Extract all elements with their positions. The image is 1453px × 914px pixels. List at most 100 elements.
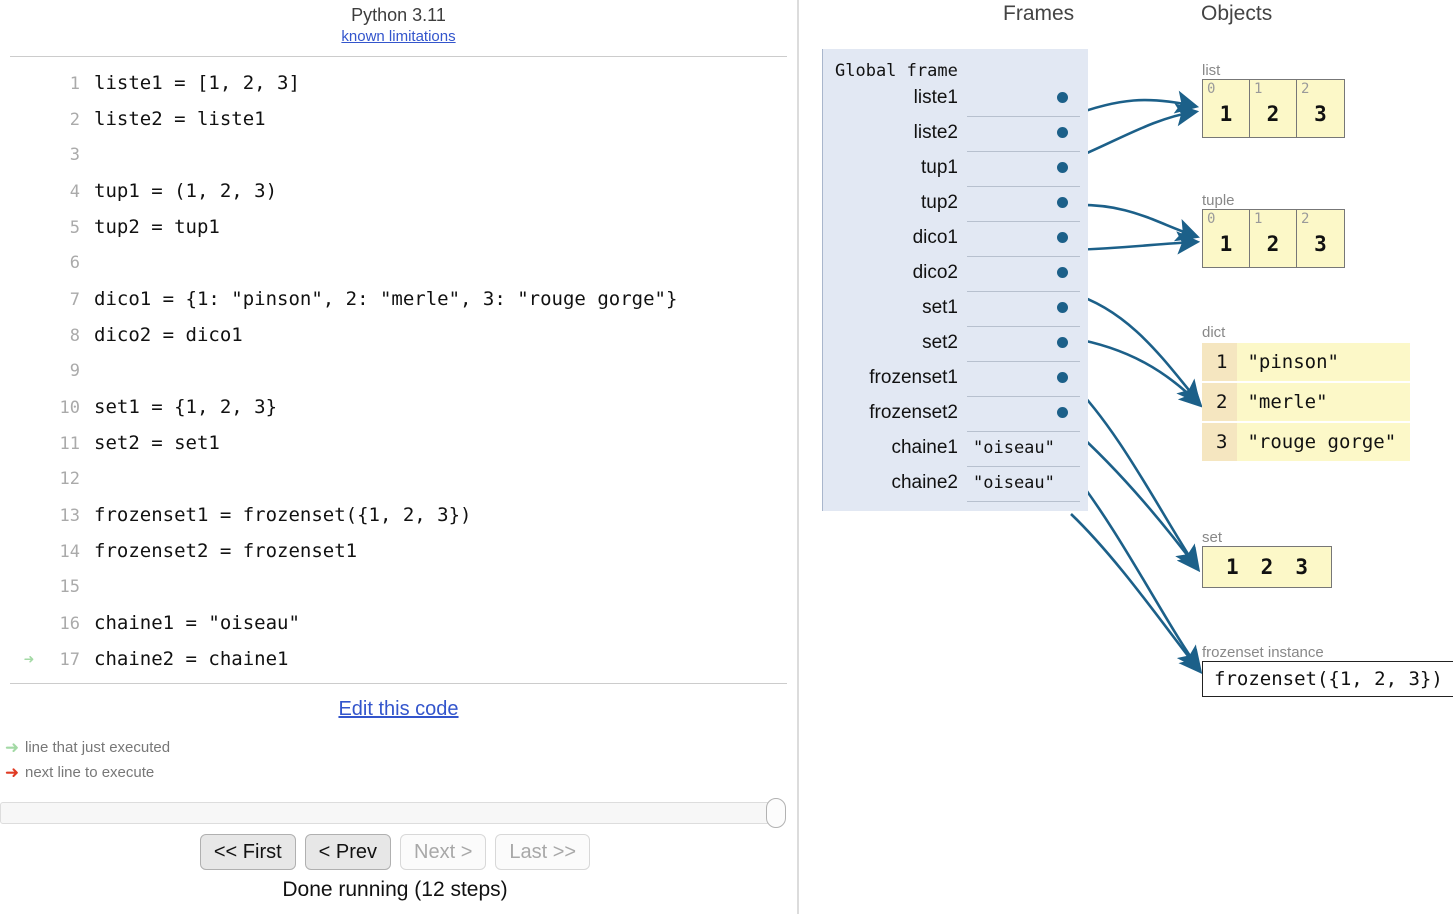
set-item: 3 (1295, 555, 1308, 579)
execution-legend: ➜ line that just executed ➜ next line to… (0, 735, 797, 785)
sequence-value: 1 (1219, 102, 1233, 126)
code-text: tup1 = (1, 2, 3) (94, 180, 278, 202)
sequence-cell: 23 (1297, 210, 1344, 267)
code-text: tup2 = tup1 (94, 216, 220, 238)
set-item: 1 (1226, 555, 1239, 579)
frame-variable-row: liste1 (823, 83, 1088, 118)
frame-variable-row: frozenset2 (823, 398, 1088, 433)
code-line: 9 (0, 353, 797, 389)
line-number: 5 (69, 218, 80, 238)
variable-value: "oiseau" (967, 433, 1080, 467)
line-number: 9 (69, 361, 80, 381)
code-line: 4 tup1 = (1, 2, 3) (0, 173, 797, 209)
set-item: 2 (1260, 555, 1274, 579)
variable-value (967, 328, 1080, 362)
slider-handle[interactable] (766, 798, 786, 828)
tuple-cells: 011223 (1202, 209, 1345, 268)
code-text: chaine2 = chaine1 (94, 648, 289, 670)
code-text: frozenset2 = frozenset1 (94, 540, 358, 562)
edit-this-code-link[interactable]: Edit this code (338, 698, 458, 720)
step-slider[interactable] (0, 798, 790, 828)
object-tuple: tuple 011223 (1202, 192, 1345, 268)
pointer-dot-icon (1057, 337, 1068, 348)
code-line: 2 liste2 = liste1 (0, 101, 797, 137)
code-line: 5 tup2 = tup1 (0, 209, 797, 245)
variable-name: tup2 (921, 192, 958, 213)
code-text: chaine1 = "oiseau" (94, 612, 300, 634)
legend-label-next-line: next line to execute (25, 764, 155, 781)
code-line: 16 chaine1 = "oiseau" (0, 605, 797, 641)
dict-value: "pinson" (1237, 343, 1411, 381)
code-line: 6 (0, 245, 797, 281)
variable-name: dico2 (912, 262, 958, 283)
pointer-dot-icon (1057, 197, 1068, 208)
sequence-value: 3 (1314, 102, 1327, 126)
known-limitations-link[interactable]: known limitations (341, 26, 455, 48)
list-cells: 011223 (1202, 79, 1345, 138)
dict-key: 1 (1202, 343, 1238, 381)
variable-name: liste1 (913, 87, 958, 108)
first-button[interactable]: << First (199, 834, 296, 870)
frame-variable-row: set2 (823, 328, 1088, 363)
line-number: 4 (69, 182, 80, 202)
legend-row-next-line: ➜ next line to execute (4, 760, 797, 785)
variable-name: set1 (922, 297, 958, 318)
variable-name: chaine1 (891, 437, 958, 458)
frame-variable-row: set1 (823, 293, 1088, 328)
variable-value (967, 258, 1080, 292)
sequence-index: 2 (1301, 81, 1310, 97)
frame-variable-row: chaine2 "oiseau" (823, 468, 1088, 503)
navigation-buttons: << First < Prev Next > Last >> (0, 834, 790, 870)
line-number: 12 (59, 469, 80, 489)
code-bottom-divider (10, 683, 787, 684)
line-number: 10 (59, 398, 80, 418)
dict-row: 2 "merle" (1202, 383, 1411, 421)
code-line: 3 (0, 137, 797, 173)
frame-variable-row: tup1 (823, 153, 1088, 188)
code-line: ➜ 17 chaine2 = chaine1 (0, 641, 797, 677)
sequence-value: 3 (1314, 232, 1327, 256)
code-line: 8 dico2 = dico1 (0, 317, 797, 353)
pointer-dot-icon (1057, 127, 1068, 138)
last-button[interactable]: Last >> (495, 834, 591, 870)
frame-variable-row: tup2 (823, 188, 1088, 223)
dict-key: 2 (1202, 383, 1238, 421)
code-line: 13 frozenset1 = frozenset({1, 2, 3}) (0, 497, 797, 533)
sequence-value: 2 (1266, 232, 1280, 256)
sequence-index: 1 (1254, 81, 1263, 97)
slider-track[interactable] (0, 802, 770, 824)
set-items: 123 (1202, 546, 1332, 588)
variable-name: liste2 (913, 122, 958, 143)
object-set: set 123 (1202, 529, 1332, 588)
line-number: 2 (69, 110, 80, 130)
object-label-list: list (1202, 62, 1221, 79)
frame-variable-row: liste2 (823, 118, 1088, 153)
frame-title: Global frame (835, 61, 958, 81)
object-label-tuple: tuple (1202, 192, 1235, 209)
prev-button[interactable]: < Prev (304, 834, 392, 870)
legend-label-just-executed: line that just executed (25, 739, 171, 756)
code-line: 7 dico1 = {1: "pinson", 2: "merle", 3: "r… (0, 281, 797, 317)
sequence-value: 1 (1219, 232, 1233, 256)
code-pane: Python 3.11 known limitations 1 liste1 = … (0, 0, 797, 914)
line-number: 17 (59, 650, 80, 670)
python-version-header: Python 3.11 known limitations (0, 0, 797, 48)
sequence-index: 0 (1207, 211, 1216, 227)
variable-name: dico1 (912, 227, 958, 248)
object-dict: dict 1 "pinson" 2 "merle" 3 "rouge gorge" (1202, 324, 1411, 463)
next-button[interactable]: Next > (400, 834, 487, 870)
sequence-cell: 12 (1250, 210, 1297, 267)
dict-row: 3 "rouge gorge" (1202, 423, 1411, 461)
line-number: 7 (69, 290, 80, 310)
code-line: 11 set2 = set1 (0, 425, 797, 461)
python-tutor-visualizer: Python 3.11 known limitations 1 liste1 = … (0, 0, 1453, 914)
frozenset-box: frozenset({1, 2, 3}) (1202, 661, 1453, 697)
variable-name: tup1 (921, 157, 958, 178)
variable-string-value: "oiseau" (973, 438, 1055, 458)
variable-value (967, 363, 1080, 397)
code-top-divider (10, 56, 787, 57)
global-frame: Global frame liste1 liste2 tup1 tup2 dico1 di… (822, 49, 1088, 511)
line-number: 16 (59, 614, 80, 634)
objects-heading: Objects (1201, 2, 1273, 25)
sequence-index: 0 (1207, 81, 1216, 97)
